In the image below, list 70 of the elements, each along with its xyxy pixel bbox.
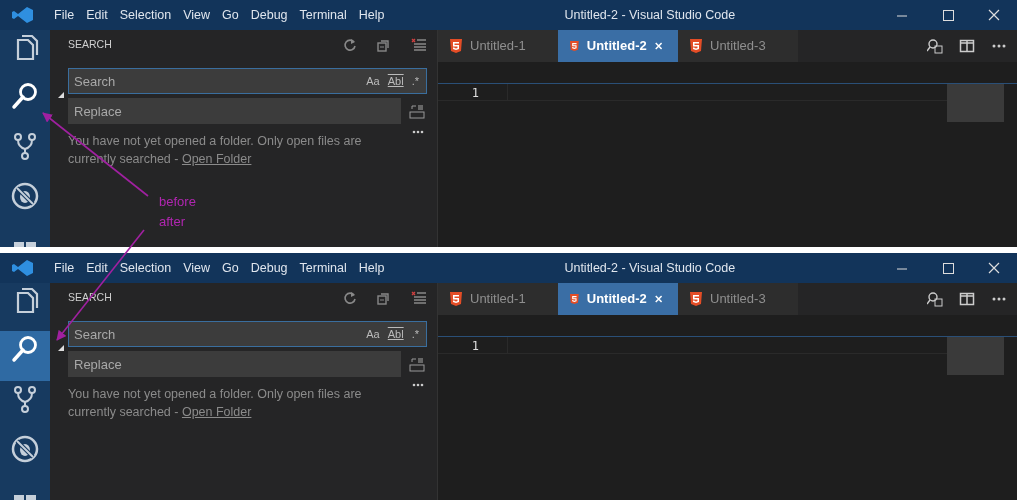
menu-item[interactable]: Selection bbox=[113, 0, 178, 30]
menu-item[interactable]: Terminal bbox=[293, 253, 353, 283]
search-option-toggle[interactable]: .* bbox=[407, 72, 423, 90]
line-number: 1 bbox=[438, 337, 508, 353]
no-bug-icon[interactable] bbox=[9, 180, 41, 212]
menu-item[interactable]: Debug bbox=[244, 253, 294, 283]
menu-item[interactable]: Go bbox=[216, 0, 245, 30]
split-editor-icon[interactable] bbox=[959, 38, 975, 54]
editor-tab[interactable]: Untitled-3 bbox=[678, 30, 798, 62]
collapse-triangle-icon[interactable] bbox=[58, 92, 64, 98]
split-editor-icon[interactable] bbox=[959, 291, 975, 307]
html-file-icon bbox=[570, 39, 579, 53]
editor-tab[interactable]: Untitled-2 bbox=[558, 283, 678, 315]
annotation-label: after bbox=[159, 213, 185, 231]
replace-field[interactable]: Replace bbox=[68, 351, 401, 377]
open-folder-link[interactable]: Open Folder bbox=[181, 152, 252, 166]
info-message: You have not yet opened a folder. Only open files are currently searched - Open Folder bbox=[68, 386, 363, 421]
more-options-icon[interactable] bbox=[412, 130, 424, 134]
search-option-toggle[interactable]: Aa bbox=[362, 325, 384, 343]
collapse-triangle-icon[interactable] bbox=[58, 345, 64, 351]
menu-item[interactable]: File bbox=[48, 0, 81, 30]
no-bug-icon[interactable] bbox=[9, 433, 41, 465]
search-option-toggle[interactable]: Aa bbox=[362, 72, 384, 90]
html-file-icon bbox=[690, 292, 702, 306]
menu-item[interactable]: Selection bbox=[113, 253, 178, 283]
search-option-toggle[interactable]: Abl bbox=[383, 72, 408, 90]
editor-tab[interactable]: Untitled-3 bbox=[678, 283, 798, 315]
line-number: 1 bbox=[438, 84, 508, 100]
annotation-label: before bbox=[159, 193, 196, 211]
html-file-icon bbox=[450, 39, 462, 53]
minimap-shade bbox=[947, 84, 1004, 122]
collapse-all-icon[interactable] bbox=[377, 38, 391, 52]
close-icon[interactable] bbox=[654, 41, 662, 51]
collapse-all-icon[interactable] bbox=[377, 291, 391, 305]
search-option-toggle[interactable]: Abl bbox=[383, 325, 408, 343]
window-title: Untitled-2 - Visual Studio Code bbox=[563, 6, 736, 24]
menu-item[interactable]: Debug bbox=[244, 0, 294, 30]
more-options-icon[interactable] bbox=[412, 383, 424, 387]
app-logo-icon bbox=[12, 259, 34, 277]
clear-results-icon[interactable] bbox=[411, 291, 427, 305]
search-option-toggle[interactable]: .* bbox=[407, 325, 423, 343]
close-icon[interactable] bbox=[654, 294, 662, 304]
refresh-icon[interactable] bbox=[343, 291, 357, 305]
refresh-icon[interactable] bbox=[343, 38, 357, 52]
html-file-icon bbox=[570, 292, 579, 306]
minimap-shade bbox=[947, 337, 1004, 375]
menu-item[interactable]: Edit bbox=[80, 253, 114, 283]
menu-item[interactable]: File bbox=[48, 253, 81, 283]
open-preview-icon[interactable] bbox=[927, 291, 943, 307]
editor-tab[interactable]: Untitled-2 bbox=[558, 30, 678, 62]
editor-tab[interactable]: Untitled-1 bbox=[438, 30, 558, 62]
replace-all-icon[interactable] bbox=[409, 103, 425, 119]
menu-item[interactable]: Help bbox=[352, 253, 391, 283]
menu-item[interactable]: Terminal bbox=[293, 0, 353, 30]
html-file-icon bbox=[690, 39, 702, 53]
menu-item[interactable]: Help bbox=[352, 0, 391, 30]
app-logo-icon bbox=[12, 6, 34, 24]
open-preview-icon[interactable] bbox=[927, 38, 943, 54]
window-title: Untitled-2 - Visual Studio Code bbox=[563, 259, 736, 277]
replace-all-icon[interactable] bbox=[409, 356, 425, 372]
menu-item[interactable]: Go bbox=[216, 253, 245, 283]
open-folder-link[interactable]: Open Folder bbox=[181, 405, 252, 419]
menu-item[interactable]: Edit bbox=[80, 0, 114, 30]
editor-tab[interactable]: Untitled-1 bbox=[438, 283, 558, 315]
menu-item[interactable]: View bbox=[177, 0, 216, 30]
menu-item[interactable]: View bbox=[177, 253, 216, 283]
replace-field[interactable]: Replace bbox=[68, 98, 401, 124]
clear-results-icon[interactable] bbox=[411, 38, 427, 52]
html-file-icon bbox=[450, 292, 462, 306]
panel-title: SEARCH bbox=[68, 37, 112, 53]
